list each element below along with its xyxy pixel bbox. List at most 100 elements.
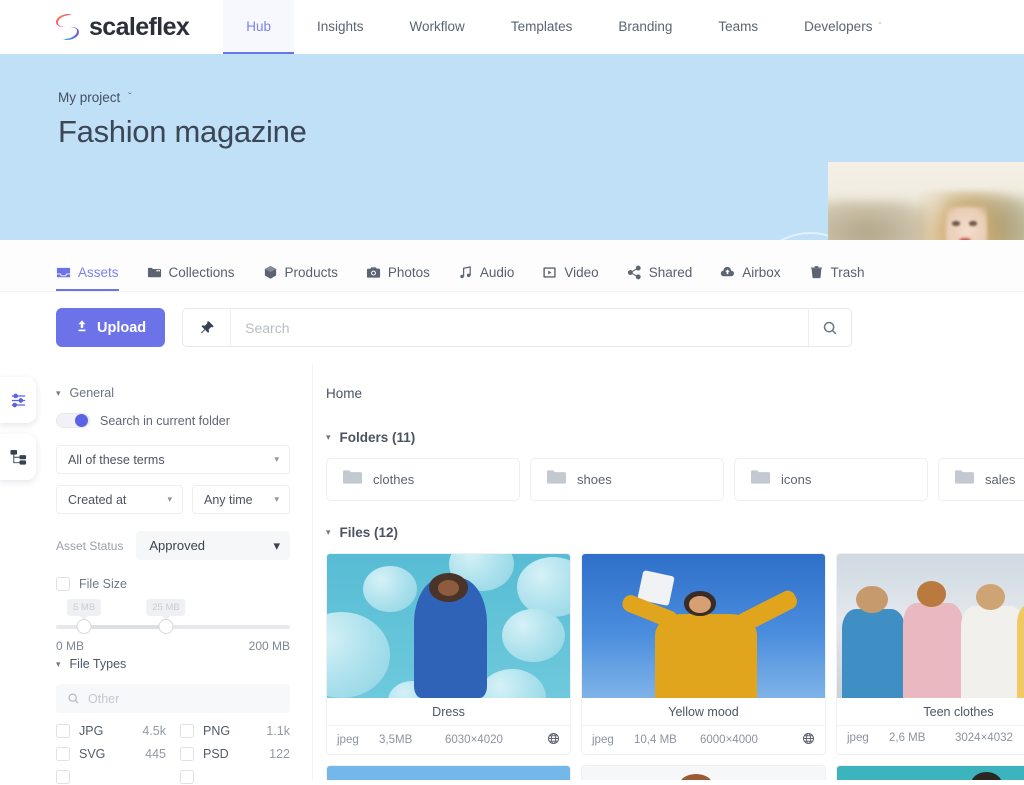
asset-status-value: Approved bbox=[149, 538, 206, 553]
file-type-item-partial[interactable] bbox=[56, 770, 166, 784]
folder-card[interactable]: clothes bbox=[326, 458, 520, 501]
search-bar bbox=[182, 308, 852, 347]
file-dimensions: 6000×4000 bbox=[700, 734, 758, 746]
banner-content: My project ˇ Fashion magazine bbox=[0, 54, 1024, 150]
music-note-icon bbox=[458, 265, 473, 280]
file-type-item-partial[interactable] bbox=[180, 770, 290, 784]
file-size-max-handle[interactable] bbox=[158, 619, 174, 634]
terms-match-select[interactable]: All of these terms ▾ bbox=[56, 445, 290, 474]
folder-card[interactable]: shoes bbox=[530, 458, 724, 501]
tab-photos[interactable]: Photos bbox=[366, 265, 430, 291]
file-card[interactable]: Dress jpeg 3,5MB 6030×4020 bbox=[326, 553, 571, 755]
file-card-partial[interactable] bbox=[326, 765, 571, 780]
page-title: Fashion magazine bbox=[58, 114, 307, 149]
file-type-checkbox[interactable] bbox=[180, 747, 194, 761]
globe-icon[interactable] bbox=[802, 732, 815, 748]
banner-cover-image bbox=[828, 162, 1024, 240]
video-icon bbox=[542, 265, 557, 280]
folder-card[interactable]: icons bbox=[734, 458, 928, 501]
upload-button[interactable]: Upload bbox=[56, 308, 166, 347]
file-types-section-header[interactable]: ▾ File Types bbox=[56, 657, 290, 671]
tab-video[interactable]: Video bbox=[542, 265, 599, 291]
filter-sliders-icon[interactable] bbox=[0, 377, 36, 423]
file-type-count: 4.5k bbox=[142, 724, 166, 738]
file-type-item[interactable]: SVG 445 bbox=[56, 747, 166, 761]
file-dimensions: 6030×4020 bbox=[445, 734, 503, 746]
files-group-header[interactable]: ▾ Files (12) bbox=[326, 525, 1024, 540]
date-field-select[interactable]: Created at ▾ bbox=[56, 485, 183, 514]
project-selector[interactable]: My project ˇ bbox=[58, 90, 1024, 105]
folders-group-header[interactable]: ▾ Folders (11) bbox=[326, 430, 1024, 445]
tree-hierarchy-icon[interactable] bbox=[0, 434, 36, 480]
asset-status-select[interactable]: Approved ▾ bbox=[136, 531, 290, 560]
project-name-label: My project bbox=[58, 90, 121, 105]
file-size-checkbox-row[interactable]: File Size bbox=[56, 577, 290, 591]
nav-tab-teams[interactable]: Teams bbox=[695, 0, 781, 54]
nav-tab-insights[interactable]: Insights bbox=[294, 0, 387, 54]
nav-tab-branding[interactable]: Branding bbox=[595, 0, 695, 54]
file-card-partial[interactable] bbox=[581, 765, 826, 780]
file-name: Yellow mood bbox=[668, 705, 739, 719]
file-size: 10,4 MB bbox=[634, 734, 677, 746]
tab-shared[interactable]: Shared bbox=[627, 265, 692, 291]
search-in-current-folder-row[interactable]: Search in current folder bbox=[56, 413, 290, 428]
brand-logo[interactable]: scaleflex bbox=[0, 0, 190, 54]
search-submit-button[interactable] bbox=[808, 309, 851, 346]
file-size-range-labels: 0 MB 200 MB bbox=[56, 639, 290, 653]
file-type-checkbox[interactable] bbox=[56, 724, 70, 738]
file-card[interactable]: Yellow mood jpeg 10,4 MB 6000×4000 bbox=[581, 553, 826, 755]
tab-collections[interactable]: Collections bbox=[147, 265, 235, 291]
file-extension: jpeg bbox=[592, 734, 614, 746]
chevron-down-icon: ▾ bbox=[326, 432, 331, 442]
top-navigation-bar: scaleflex Hub Insights Workflow Template… bbox=[0, 0, 1024, 54]
content-area: ▾ General Search in current folder All o… bbox=[0, 364, 1024, 784]
file-type-checkbox[interactable] bbox=[56, 747, 70, 761]
files-grid: Dress jpeg 3,5MB 6030×4020 Yellow mood j… bbox=[326, 553, 1024, 755]
search-in-current-folder-toggle[interactable] bbox=[56, 413, 90, 428]
tab-trash[interactable]: Trash bbox=[809, 265, 865, 291]
pushpin-icon[interactable] bbox=[183, 309, 232, 346]
file-type-checkbox[interactable] bbox=[180, 770, 194, 784]
file-thumbnail bbox=[582, 766, 825, 780]
folder-name: shoes bbox=[577, 472, 612, 487]
nav-tab-hub[interactable]: Hub bbox=[223, 0, 295, 54]
nav-tab-templates[interactable]: Templates bbox=[488, 0, 596, 54]
breadcrumb[interactable]: Home bbox=[326, 386, 1024, 401]
file-size-slider[interactable]: 5 MB 25 MB 0 MB 200 MB bbox=[56, 599, 290, 653]
folder-card[interactable]: sales bbox=[938, 458, 1024, 501]
tab-audio[interactable]: Audio bbox=[458, 265, 514, 291]
file-size-min-handle[interactable] bbox=[76, 619, 92, 634]
general-section-header[interactable]: ▾ General bbox=[56, 386, 290, 400]
tab-products[interactable]: Products bbox=[263, 265, 338, 291]
file-size-min-tooltip: 5 MB bbox=[66, 599, 102, 620]
globe-icon[interactable] bbox=[547, 732, 560, 748]
search-input[interactable] bbox=[231, 309, 808, 346]
cloud-upload-icon bbox=[720, 265, 735, 280]
file-card[interactable]: Teen clothes jpeg 2,6 MB 3024×4032 bbox=[836, 553, 1024, 755]
tab-assets[interactable]: Assets bbox=[56, 265, 119, 291]
nav-tab-label: Workflow bbox=[409, 18, 465, 34]
file-type-count: 445 bbox=[145, 747, 166, 761]
file-thumbnail bbox=[837, 554, 1024, 698]
folder-icon bbox=[343, 469, 362, 490]
files-grid-next-row bbox=[326, 765, 1024, 780]
file-type-item[interactable]: PSD 122 bbox=[180, 747, 290, 761]
filters-sidebar: ▾ General Search in current folder All o… bbox=[0, 364, 313, 784]
nav-tabs: Hub Insights Workflow Templates Branding… bbox=[223, 0, 904, 54]
file-type-checkbox[interactable] bbox=[180, 724, 194, 738]
file-type-checkbox[interactable] bbox=[56, 770, 70, 784]
tab-airbox[interactable]: Airbox bbox=[720, 265, 781, 291]
file-meta: jpeg 3,5MB 6030×4020 bbox=[327, 725, 570, 754]
file-size-checkbox[interactable] bbox=[56, 577, 70, 591]
date-range-select[interactable]: Any time ▾ bbox=[192, 485, 290, 514]
file-type-item[interactable]: JPG 4.5k bbox=[56, 724, 166, 738]
file-card-partial[interactable] bbox=[836, 765, 1024, 780]
date-range-value: Any time bbox=[204, 492, 253, 507]
nav-tab-developers[interactable]: Developers ˇ bbox=[781, 0, 904, 54]
file-thumbnail bbox=[327, 554, 570, 698]
nav-tab-label: Insights bbox=[317, 18, 364, 34]
file-type-item[interactable]: PNG 1.1k bbox=[180, 724, 290, 738]
nav-tab-workflow[interactable]: Workflow bbox=[387, 0, 488, 54]
file-types-search[interactable]: Other bbox=[56, 684, 290, 713]
chevron-down-icon: ▾ bbox=[167, 494, 172, 504]
